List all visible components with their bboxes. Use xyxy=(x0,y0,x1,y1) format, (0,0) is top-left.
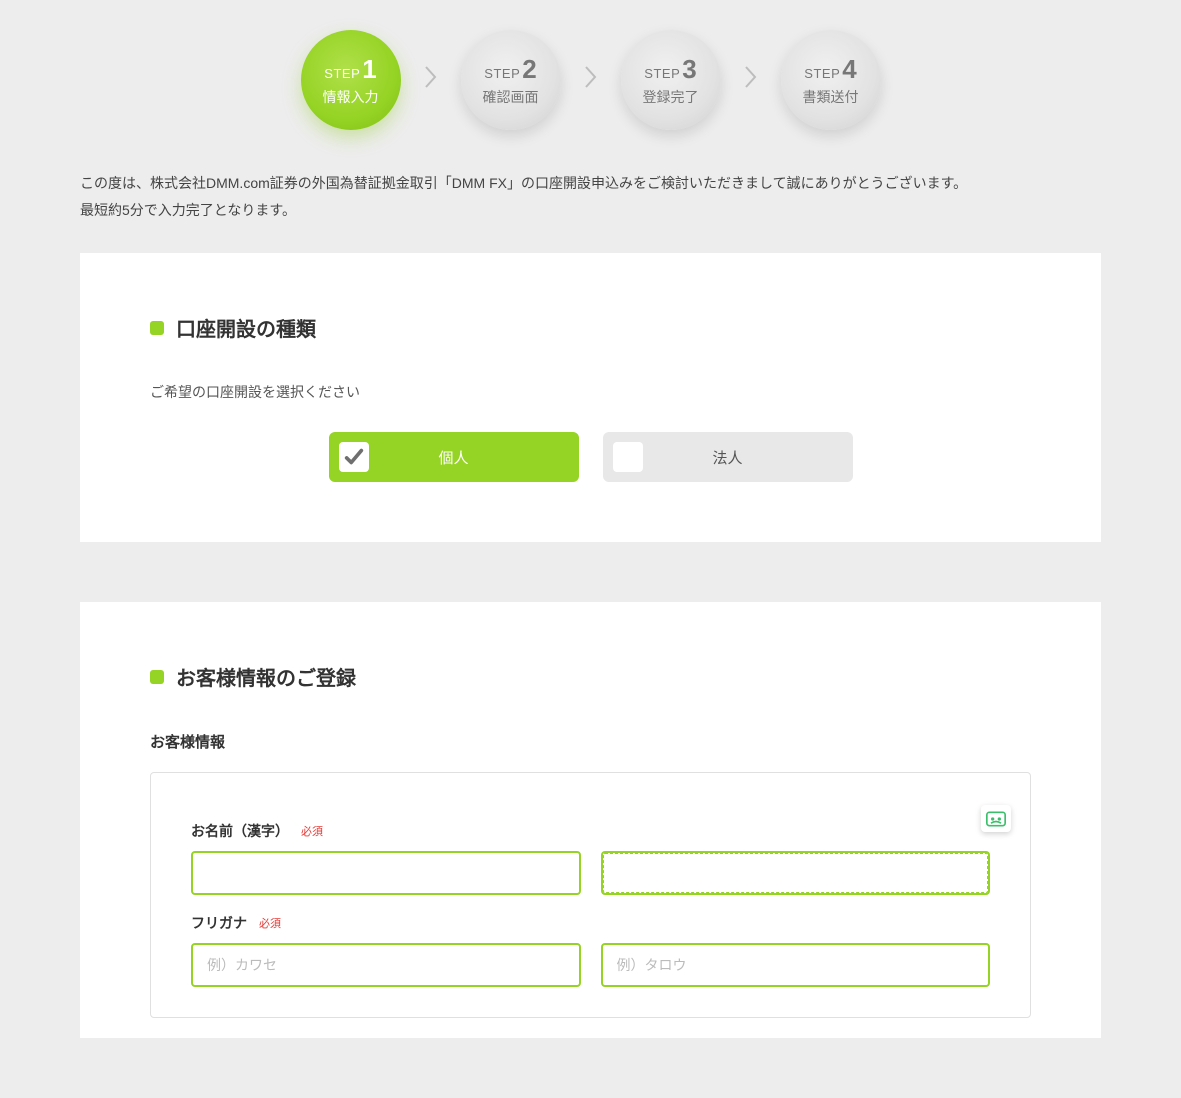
step-prefix: STEP xyxy=(804,66,840,81)
field-label-text: フリガナ xyxy=(191,913,247,933)
step-indicator: STEP 1 情報入力 STEP 2 確認画面 STEP 3 登録完了 STEP xyxy=(0,0,1181,170)
step-3: STEP 3 登録完了 xyxy=(621,30,721,130)
step-label: 情報入力 xyxy=(323,87,379,107)
step-label: 確認画面 xyxy=(483,87,539,107)
toggle-label: 法人 xyxy=(712,447,742,468)
step-number: 4 xyxy=(842,54,856,85)
chevron-right-icon xyxy=(421,63,441,98)
section-prompt: ご希望の口座開設を選択ください xyxy=(150,382,1031,402)
checkmark-icon xyxy=(613,442,643,472)
account-type-corporate-button[interactable]: 法人 xyxy=(603,432,853,482)
intro-line-1: この度は、株式会社DMM.com証券の外国為替証拠金取引「DMM FX」の口座開… xyxy=(80,170,1121,197)
section-account-type: 口座開設の種類 ご希望の口座開設を選択ください 個人 法人 xyxy=(80,253,1101,542)
name-kanji-first-input[interactable] xyxy=(601,851,991,895)
required-badge: 必須 xyxy=(259,915,281,931)
account-type-individual-button[interactable]: 個人 xyxy=(329,432,579,482)
section-customer-info: お客様情報のご登録 お客様情報 お名前（漢字） 必須 フリガナ 必須 xyxy=(80,602,1101,1038)
chevron-right-icon xyxy=(741,63,761,98)
step-1: STEP 1 情報入力 xyxy=(301,30,401,130)
required-badge: 必須 xyxy=(301,823,323,839)
sub-heading: お客様情報 xyxy=(150,731,1031,752)
chevron-right-icon xyxy=(581,63,601,98)
step-number: 2 xyxy=(522,54,536,85)
step-number: 1 xyxy=(362,54,376,85)
intro-text: この度は、株式会社DMM.com証券の外国為替証拠金取引「DMM FX」の口座開… xyxy=(0,170,1181,253)
intro-line-2: 最短約5分で入力完了となります。 xyxy=(80,197,1121,224)
account-type-toggle: 個人 法人 xyxy=(150,432,1031,482)
title-marker-icon xyxy=(150,670,164,684)
field-label-text: お名前（漢字） xyxy=(191,821,289,841)
customer-info-card: お名前（漢字） 必須 フリガナ 必須 xyxy=(150,772,1031,1018)
checkmark-icon xyxy=(339,442,369,472)
step-prefix: STEP xyxy=(644,66,680,81)
step-prefix: STEP xyxy=(324,66,360,81)
name-kanji-last-input[interactable] xyxy=(191,851,581,895)
step-label: 書類送付 xyxy=(803,87,859,107)
section-title-text: 口座開設の種類 xyxy=(176,313,316,342)
step-2: STEP 2 確認画面 xyxy=(461,30,561,130)
toggle-label: 個人 xyxy=(438,447,468,468)
section-title: 口座開設の種類 xyxy=(150,313,1031,342)
title-marker-icon xyxy=(150,321,164,335)
name-kanji-label: お名前（漢字） 必須 xyxy=(191,821,990,841)
password-manager-icon[interactable] xyxy=(981,805,1011,832)
furigana-label: フリガナ 必須 xyxy=(191,913,990,933)
step-prefix: STEP xyxy=(484,66,520,81)
section-title-text: お客様情報のご登録 xyxy=(176,662,356,691)
step-4: STEP 4 書類送付 xyxy=(781,30,881,130)
step-number: 3 xyxy=(682,54,696,85)
step-label: 登録完了 xyxy=(643,87,699,107)
section-title: お客様情報のご登録 xyxy=(150,662,1031,691)
